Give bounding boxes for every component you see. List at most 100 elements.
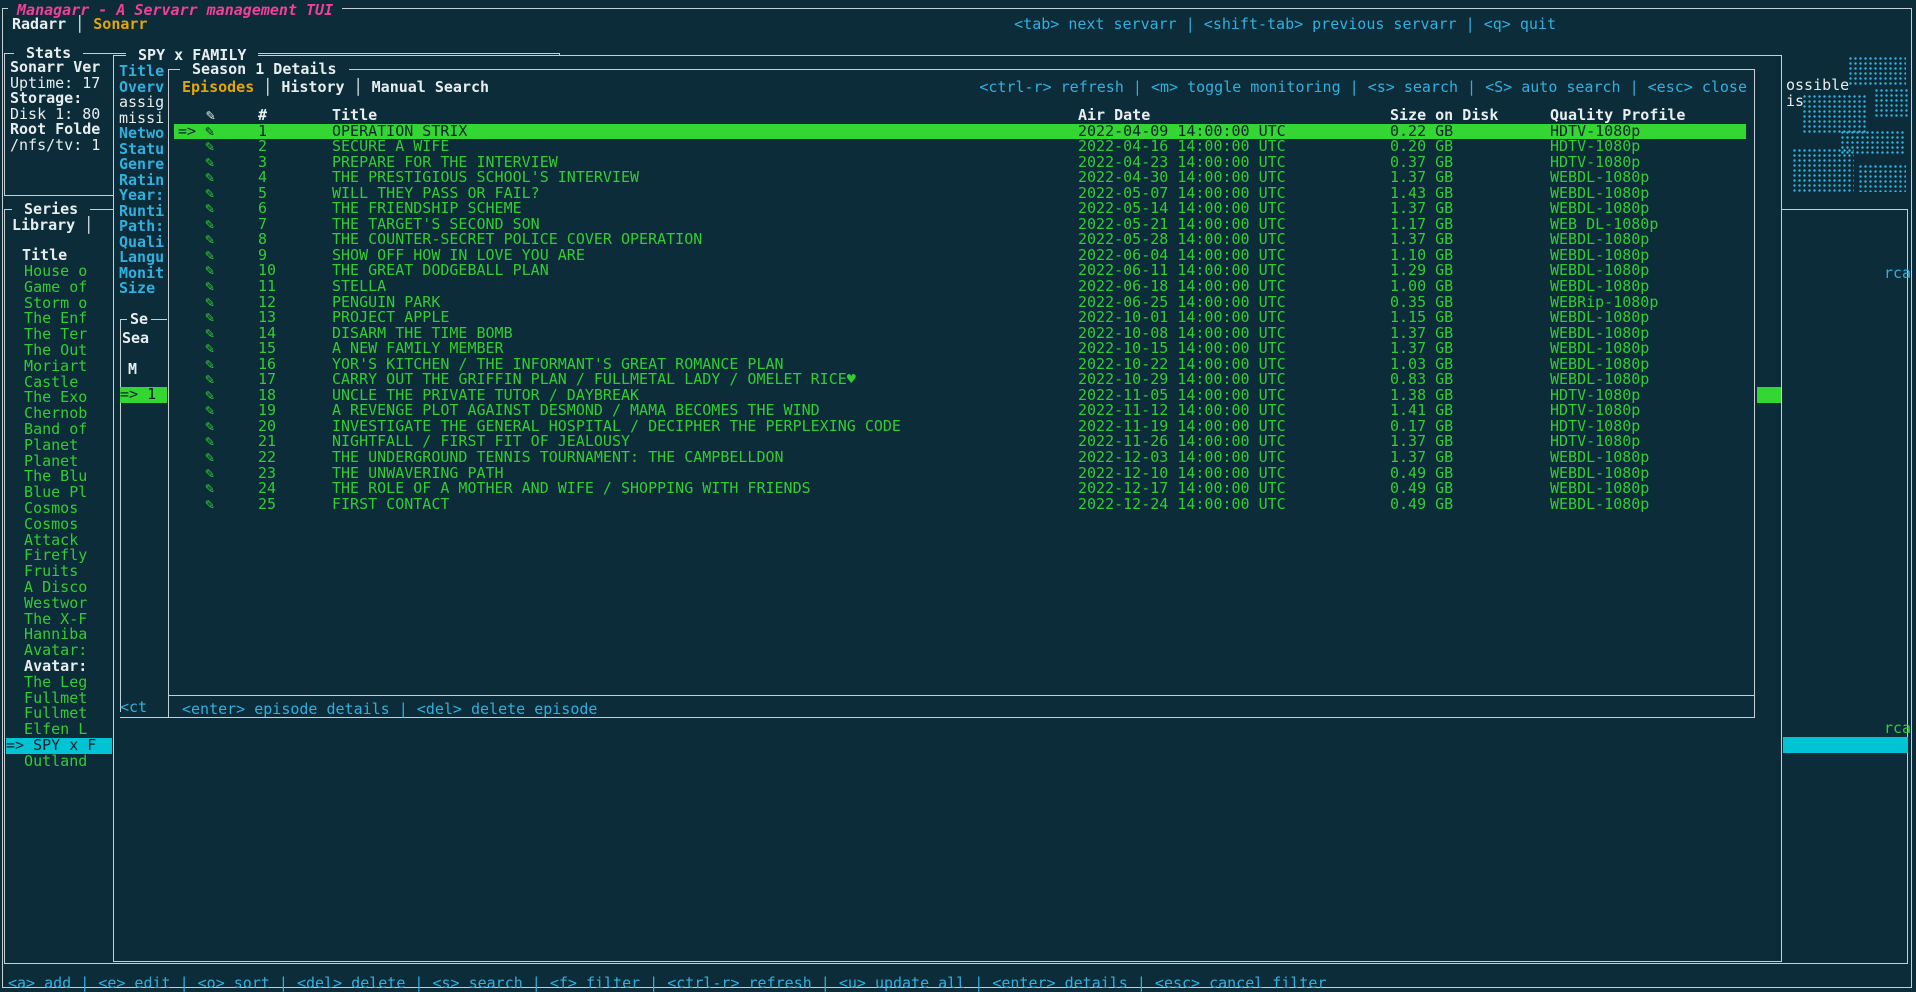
library-tab[interactable]: Library [12,216,75,234]
tab-episodes[interactable]: Episodes [182,78,254,96]
episode-row[interactable]: ✎14DISARM THE TIME BOMB2022-10-08 14:00:… [174,326,1746,342]
episode-edit-icon: ✎ [174,310,258,326]
episode-number: 4 [258,170,332,186]
episode-row[interactable]: ✎20INVESTIGATE THE GENERAL HOSPITAL / DE… [174,419,1746,435]
seasons-panel-border-fragment [120,319,121,712]
series-list-item[interactable]: Fullmet [6,691,112,707]
episode-row[interactable]: ✎5WILL THEY PASS OR FAIL?2022-05-07 14:0… [174,186,1746,202]
series-list-item[interactable]: Planet [6,454,112,470]
episode-quality: WEBDL-1080p [1550,450,1746,466]
episode-row[interactable]: ✎17CARRY OUT THE GRIFFIN PLAN / FULLMETA… [174,372,1746,388]
series-list-item[interactable]: Storm o [6,296,112,312]
series-list-item[interactable]: The Ter [6,327,112,343]
series-list-item[interactable]: Avatar: [6,659,112,675]
series-list-item[interactable]: The Enf [6,311,112,327]
episode-row[interactable]: ✎22THE UNDERGROUND TENNIS TOURNAMENT: TH… [174,450,1746,466]
series-list-item[interactable]: Planet [6,438,112,454]
episode-row[interactable]: ✎24THE ROLE OF A MOTHER AND WIFE / SHOPP… [174,481,1746,497]
tab-manual-search[interactable]: Manual Search [372,78,489,96]
series-list-item[interactable]: A Disco [6,580,112,596]
series-list-item[interactable]: The Out [6,343,112,359]
episode-number: 19 [258,403,332,419]
series-list-item[interactable]: Westwor [6,596,112,612]
episode-title: SHOW OFF HOW IN LOVE YOU ARE [332,248,1078,264]
table-row-tail-fragment: rca [1884,721,1911,737]
episode-row[interactable]: ✎2SECURE A WIFE2022-04-16 14:00:00 UTC0.… [174,139,1746,155]
series-list-item[interactable]: The Exo [6,390,112,406]
episode-edit-icon: ✎ [174,481,258,497]
series-list-item[interactable]: The X-F [6,612,112,628]
episode-keybindings: <enter> episode details | <del> delete e… [182,700,597,718]
tab-sonarr[interactable]: Sonarr [93,15,147,33]
episode-row[interactable]: ✎3PREPARE FOR THE INTERVIEW2022-04-23 14… [174,155,1746,171]
episode-row[interactable]: ✎19A REVENGE PLOT AGAINST DESMOND / MAMA… [174,403,1746,419]
episode-row[interactable]: ✎9SHOW OFF HOW IN LOVE YOU ARE2022-06-04… [174,248,1746,264]
stat-line: Storage: [10,91,110,107]
series-list-item[interactable]: Outland [6,754,112,770]
episode-row[interactable]: ✎6THE FRIENDSHIP SCHEME2022-05-14 14:00:… [174,201,1746,217]
episode-title: DISARM THE TIME BOMB [332,326,1078,342]
series-detail-label: Monit [119,266,167,282]
series-list-item[interactable]: Hanniba [6,627,112,643]
episode-edit-icon: ✎ [174,279,258,295]
series-list-item[interactable]: Attack [6,533,112,549]
series-list-item[interactable]: Band of [6,422,112,438]
series-list-item[interactable]: Cosmos [6,501,112,517]
episode-row[interactable]: ✎12PENGUIN PARK2022-06-25 14:00:00 UTC0.… [174,295,1746,311]
episode-row[interactable]: ✎23THE UNWAVERING PATH2022-12-10 14:00:0… [174,466,1746,482]
episode-number: 23 [258,466,332,482]
header-air-date: Air Date [1078,108,1390,124]
episode-row[interactable]: ✎8THE COUNTER-SECRET POLICE COVER OPERAT… [174,232,1746,248]
episode-row[interactable]: ✎10THE GREAT DODGEBALL PLAN2022-06-11 14… [174,263,1746,279]
episode-title: STELLA [332,279,1078,295]
series-list-item[interactable]: Chernob [6,406,112,422]
series-list-item[interactable]: The Leg [6,675,112,691]
episode-title: PENGUIN PARK [332,295,1078,311]
episode-row[interactable]: ✎13PROJECT APPLE2022-10-01 14:00:00 UTC1… [174,310,1746,326]
episode-row[interactable]: => ✎1OPERATION STRIX2022-04-09 14:00:00 … [174,124,1746,140]
episode-row[interactable]: ✎7THE TARGET'S SECOND SON2022-05-21 14:0… [174,217,1746,233]
series-list-item[interactable]: Moriart [6,359,112,375]
series-list-item[interactable]: Elfen L [6,722,112,738]
series-list-item[interactable]: Blue Pl [6,485,112,501]
series-list-item[interactable]: Firefly [6,548,112,564]
series-list-item[interactable]: House o [6,264,112,280]
episode-air-date: 2022-04-30 14:00:00 UTC [1078,170,1390,186]
episode-title: SECURE A WIFE [332,139,1078,155]
tab-separator: │ [345,78,372,96]
series-list-item[interactable]: => SPY x F [6,738,112,754]
episode-row[interactable]: ✎4THE PRESTIGIOUS SCHOOL'S INTERVIEW2022… [174,170,1746,186]
episode-title: FIRST CONTACT [332,497,1078,513]
series-list-item[interactable]: Castle [6,375,112,391]
episode-number: 5 [258,186,332,202]
series-list-item[interactable]: Fullmet [6,706,112,722]
series-column-header: Title [22,246,67,264]
episode-number: 12 [258,295,332,311]
episode-row[interactable]: ✎25FIRST CONTACT2022-12-24 14:00:00 UTC0… [174,497,1746,513]
episode-air-date: 2022-05-28 14:00:00 UTC [1078,232,1390,248]
episode-row[interactable]: ✎11STELLA2022-06-18 14:00:00 UTC1.00 GBW… [174,279,1746,295]
episode-quality: HDTV-1080p [1550,388,1746,404]
episode-number: 14 [258,326,332,342]
tab-radarr[interactable]: Radarr [12,15,66,33]
episode-quality: WEBDL-1080p [1550,497,1746,513]
episode-row[interactable]: ✎16YOR'S KITCHEN / THE INFORMANT'S GREAT… [174,357,1746,373]
episode-air-date: 2022-11-12 14:00:00 UTC [1078,403,1390,419]
stat-line: Disk 1: 80 [10,107,110,123]
episode-air-date: 2022-05-21 14:00:00 UTC [1078,217,1390,233]
series-list-item[interactable]: Fruits [6,564,112,580]
episode-edit-icon: ✎ [174,232,258,248]
episode-row[interactable]: ✎18UNCLE THE PRIVATE TUTOR / DAYBREAK202… [174,388,1746,404]
series-list-item[interactable]: Avatar: [6,643,112,659]
series-list-item[interactable]: Cosmos [6,517,112,533]
episodes-table-header: ✎#TitleAir DateSize on DiskQuality Profi… [174,108,1746,124]
series-list: House o Game of Storm o The Enf The Ter … [6,264,112,770]
series-list-item[interactable]: Game of [6,280,112,296]
episode-row[interactable]: ✎15A NEW FAMILY MEMBER2022-10-15 14:00:0… [174,341,1746,357]
episode-number: 8 [258,232,332,248]
episode-air-date: 2022-04-23 14:00:00 UTC [1078,155,1390,171]
tab-history[interactable]: History [281,78,344,96]
episode-row[interactable]: ✎21NIGHTFALL / FIRST FIT OF JEALOUSY2022… [174,434,1746,450]
episode-air-date: 2022-06-25 14:00:00 UTC [1078,295,1390,311]
series-list-item[interactable]: The Blu [6,469,112,485]
